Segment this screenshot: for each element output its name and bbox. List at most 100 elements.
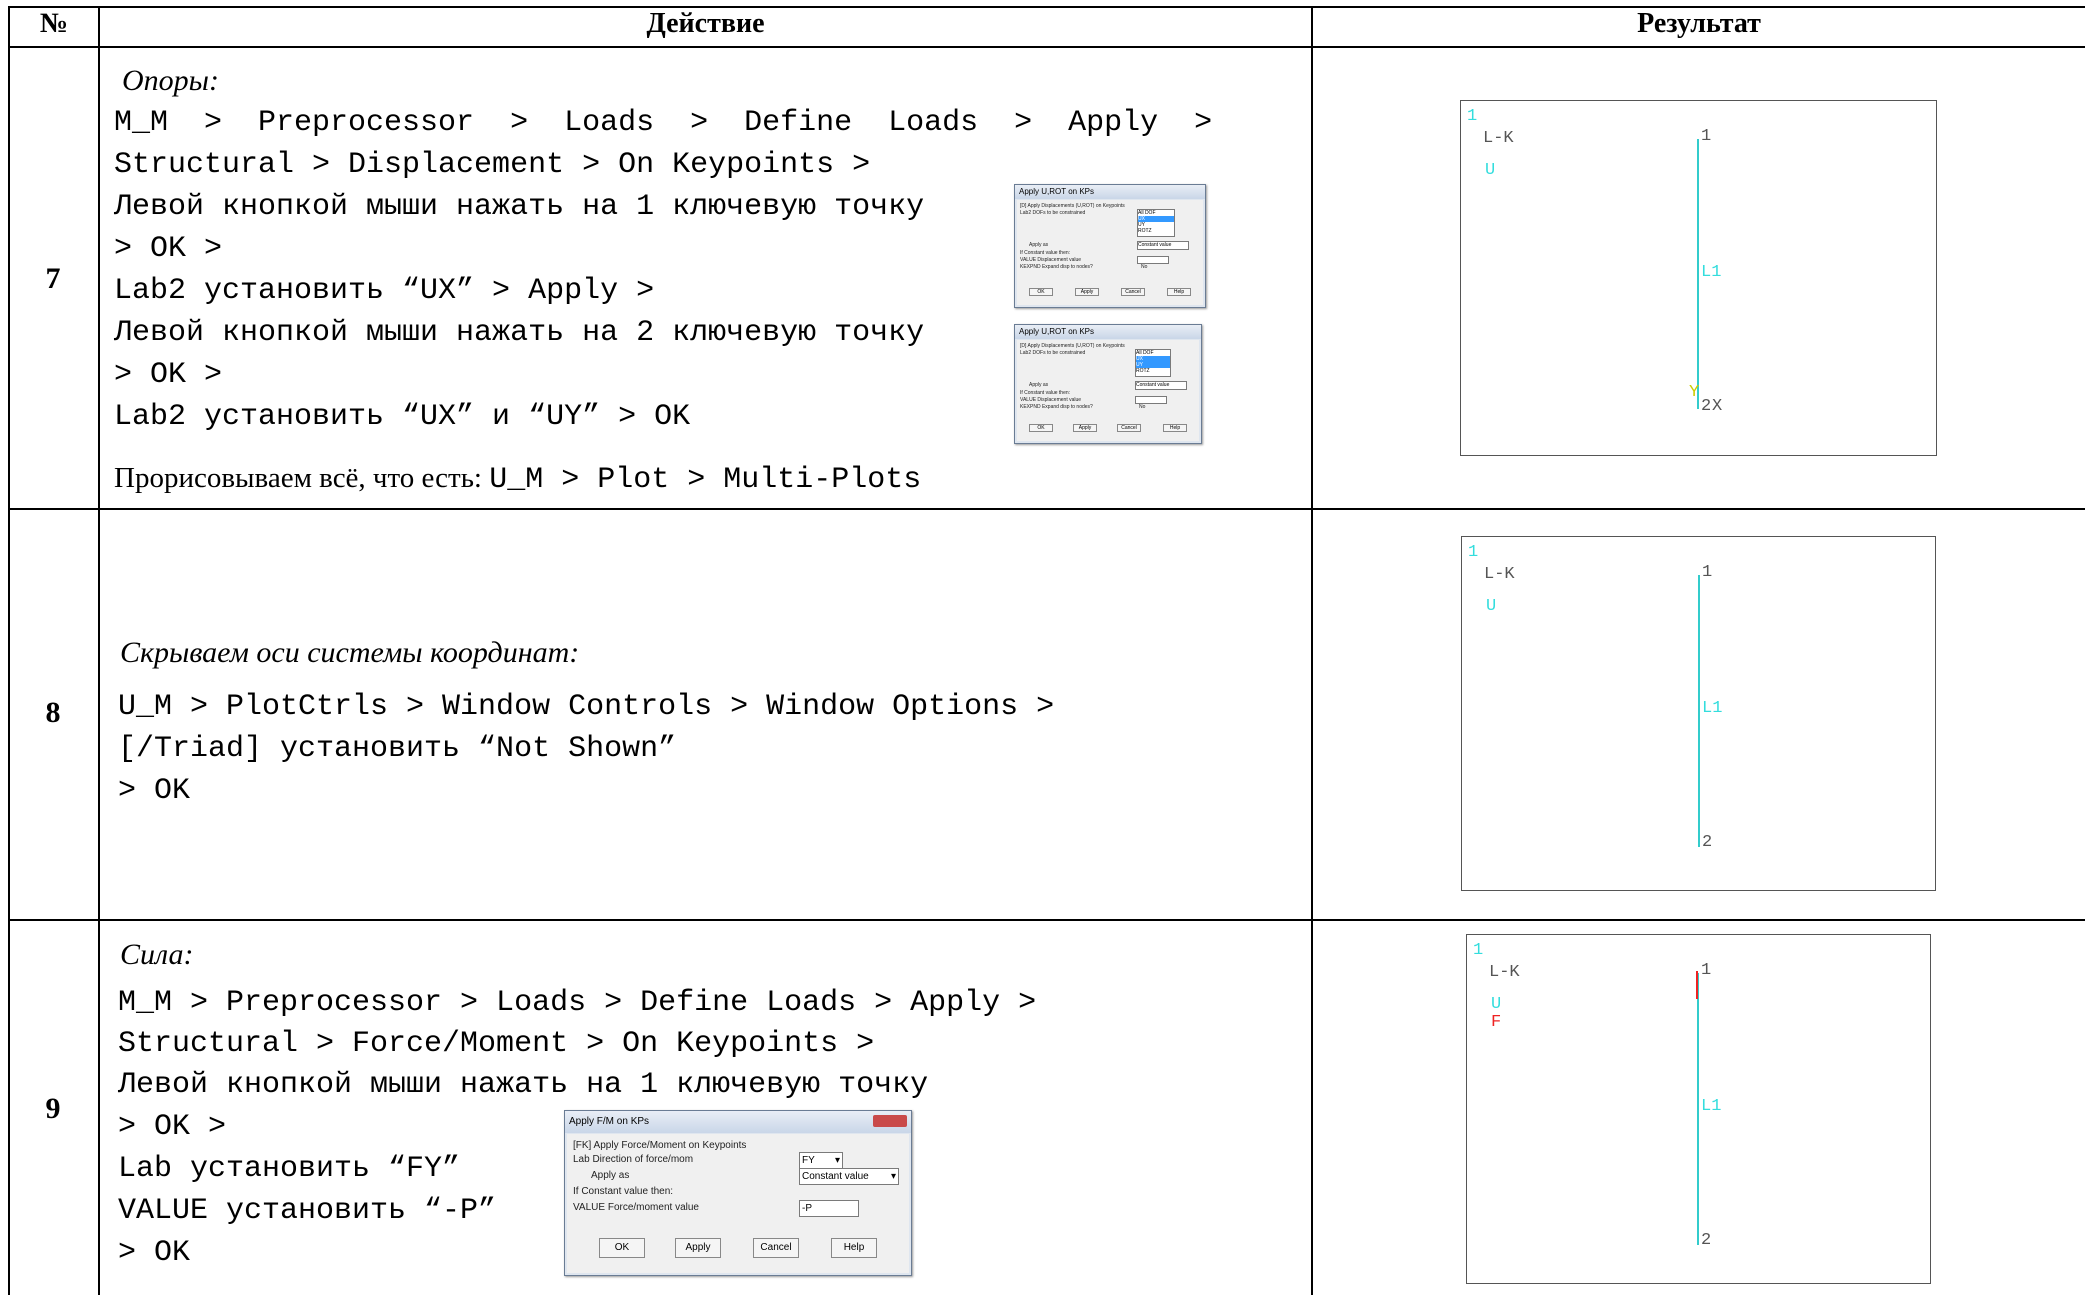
footer-text: Прорисовываем всё, что есть: bbox=[114, 462, 490, 494]
help-button[interactable]: Help bbox=[1163, 424, 1187, 432]
action-line: > OK bbox=[118, 774, 191, 808]
axis-y: Y bbox=[1689, 383, 1700, 402]
keypoint-2: 2 bbox=[1702, 833, 1713, 852]
legend-u: U bbox=[1486, 597, 1497, 616]
ok-button[interactable]: OK bbox=[1029, 424, 1053, 432]
lab-select-value: FY bbox=[802, 1155, 815, 1166]
dialog-title: Apply U,ROT on KPs bbox=[1015, 185, 1205, 199]
action-line: Lab установить “FY” bbox=[118, 1152, 461, 1186]
cancel-button[interactable]: Cancel bbox=[1117, 424, 1141, 432]
keypoint-1: 1 bbox=[1702, 563, 1713, 582]
apply-as-label: Apply as bbox=[591, 1170, 630, 1181]
action-line: Левой кнопкой мыши нажать на 1 ключевую … bbox=[118, 1068, 929, 1102]
action-line: Structural > Displacement > On Keypoints… bbox=[114, 148, 871, 182]
row8-bottom-border bbox=[8, 919, 2085, 921]
result-plot: 1 L-K U F 1 L1 2 bbox=[1466, 934, 1931, 1284]
action-line: Lab2 установить “UX” и “UY” > OK bbox=[114, 400, 691, 434]
action-line: M_M > Preprocessor > Loads > Define Load… bbox=[118, 986, 1037, 1020]
help-button[interactable]: Help bbox=[1167, 288, 1191, 296]
apply-as-select[interactable]: Constant value bbox=[1135, 381, 1187, 390]
legend-f: F bbox=[1491, 1013, 1502, 1032]
dialog-title: Apply U,ROT on KPs bbox=[1015, 325, 1201, 339]
action-line: Structural > Force/Moment > On Keypoints… bbox=[118, 1027, 875, 1061]
value-input[interactable] bbox=[1137, 256, 1169, 264]
action-line: Левой кнопкой мыши нажать на 1 ключевую … bbox=[114, 190, 925, 224]
no-checkbox[interactable]: No bbox=[1141, 264, 1147, 270]
dialog-heading: [D] Apply Displacements (U,ROT) on Keypo… bbox=[1020, 343, 1125, 349]
dof-option[interactable]: ROTZ bbox=[1138, 228, 1174, 234]
value-label: VALUE Displacement value bbox=[1020, 397, 1082, 403]
dialog-title: Apply F/M on KPs bbox=[565, 1111, 911, 1133]
apply-button[interactable]: Apply bbox=[1073, 424, 1097, 432]
apply-as-label: Apply as bbox=[1029, 382, 1049, 388]
dof-option[interactable]: ROTZ bbox=[1136, 368, 1170, 374]
value-input[interactable] bbox=[1135, 396, 1167, 404]
cancel-button[interactable]: Cancel bbox=[753, 1238, 799, 1258]
dialog-lab: Lab Direction of force/mom bbox=[573, 1154, 694, 1165]
header-result: Результат bbox=[1637, 8, 1761, 39]
plot-window-number: 1 bbox=[1473, 941, 1484, 960]
action-line: [/Triad] установить “Not Shown” bbox=[118, 732, 677, 766]
plot-window-number: 1 bbox=[1468, 543, 1479, 562]
row-number: 9 bbox=[45, 1092, 61, 1125]
value-label: VALUE Displacement value bbox=[1020, 257, 1082, 263]
keypoint-2: 2 bbox=[1701, 1231, 1712, 1250]
row-footer: Прорисовываем всё, что есть: U_M > Plot … bbox=[114, 462, 921, 497]
keypoint-1: 1 bbox=[1701, 961, 1712, 980]
dof-list[interactable]: All DOF UX UY ROTZ bbox=[1137, 209, 1175, 237]
close-icon[interactable] bbox=[873, 1115, 907, 1127]
action-line: Левой кнопкой мыши нажать на 2 ключевую … bbox=[114, 316, 925, 350]
dialog-heading: [D] Apply Displacements (U,ROT) on Keypo… bbox=[1020, 203, 1125, 209]
action-col-border bbox=[1311, 6, 1313, 1295]
chevron-down-icon: ▾ bbox=[834, 1155, 840, 1166]
legend-u: U bbox=[1491, 995, 1502, 1014]
no-checkbox[interactable]: No bbox=[1139, 404, 1145, 410]
dialog-lab2: Lab2 DOFs to be constrained bbox=[1020, 350, 1086, 356]
dof-list[interactable]: All DOF UX UY ROTZ bbox=[1135, 349, 1171, 377]
chevron-down-icon: ▾ bbox=[890, 1171, 896, 1182]
header-num: № bbox=[39, 8, 69, 39]
ok-button[interactable]: OK bbox=[599, 1238, 645, 1258]
action-line: > OK > bbox=[114, 232, 223, 266]
plot-label: L-K bbox=[1489, 963, 1520, 982]
dialog-body: [FK] Apply Force/Moment on Keypoints Lab… bbox=[567, 1134, 909, 1273]
apply-force-dialog: Apply F/M on KPs [FK] Apply Force/Moment… bbox=[564, 1110, 912, 1276]
row-number: 8 bbox=[45, 696, 61, 729]
action-line: Lab2 установить “UX” > Apply > bbox=[114, 274, 655, 308]
kexpnd-label: KEXPND Expand disp to nodes? bbox=[1020, 404, 1093, 410]
beam-line bbox=[1698, 575, 1700, 847]
cancel-button[interactable]: Cancel bbox=[1121, 288, 1145, 296]
apply-urot-dialog-2: Apply U,ROT on KPs [D] Apply Displacemen… bbox=[1014, 324, 1202, 444]
plot-label: L-K bbox=[1484, 565, 1515, 584]
dialog-body: [D] Apply Displacements (U,ROT) on Keypo… bbox=[1017, 200, 1203, 305]
row7-bottom-border bbox=[8, 508, 2085, 510]
row-title: Опоры: bbox=[122, 64, 219, 97]
line-label: L1 bbox=[1701, 263, 1722, 282]
plot-label: L-K bbox=[1483, 129, 1514, 148]
dialog-body: [D] Apply Displacements (U,ROT) on Keypo… bbox=[1017, 340, 1199, 441]
line-label: L1 bbox=[1701, 1097, 1722, 1116]
dialog-title-text: Apply F/M on KPs bbox=[569, 1116, 650, 1127]
apply-button[interactable]: Apply bbox=[675, 1238, 721, 1258]
help-button[interactable]: Help bbox=[831, 1238, 877, 1258]
apply-as-select[interactable]: Constant value ▾ bbox=[799, 1168, 899, 1185]
value-label: VALUE Force/moment value bbox=[573, 1202, 699, 1213]
apply-urot-dialog: Apply U,ROT on KPs [D] Apply Displacemen… bbox=[1014, 184, 1206, 308]
header-action: Действие bbox=[646, 8, 765, 39]
action-line: > OK > bbox=[118, 1110, 227, 1144]
footer-path: U_M > Plot > Multi-Plots bbox=[489, 463, 922, 497]
lab-select[interactable]: FY ▾ bbox=[799, 1152, 843, 1169]
action-line: U_M > PlotCtrls > Window Controls > Wind… bbox=[118, 690, 1055, 724]
kexpnd-label: KEXPND Expand disp to nodes? bbox=[1020, 264, 1093, 270]
line-label: L1 bbox=[1702, 699, 1723, 718]
value-input[interactable]: -P bbox=[799, 1200, 859, 1217]
apply-as-label: Apply as bbox=[1029, 242, 1049, 248]
apply-as-select[interactable]: Constant value bbox=[1137, 241, 1189, 250]
legend-u: U bbox=[1485, 161, 1496, 180]
apply-button[interactable]: Apply bbox=[1075, 288, 1099, 296]
axis-x: X bbox=[1712, 397, 1723, 416]
row-title: Сила: bbox=[120, 938, 194, 971]
keypoint-1: 1 bbox=[1701, 127, 1712, 146]
force-arrow bbox=[1696, 971, 1698, 999]
ok-button[interactable]: OK bbox=[1029, 288, 1053, 296]
